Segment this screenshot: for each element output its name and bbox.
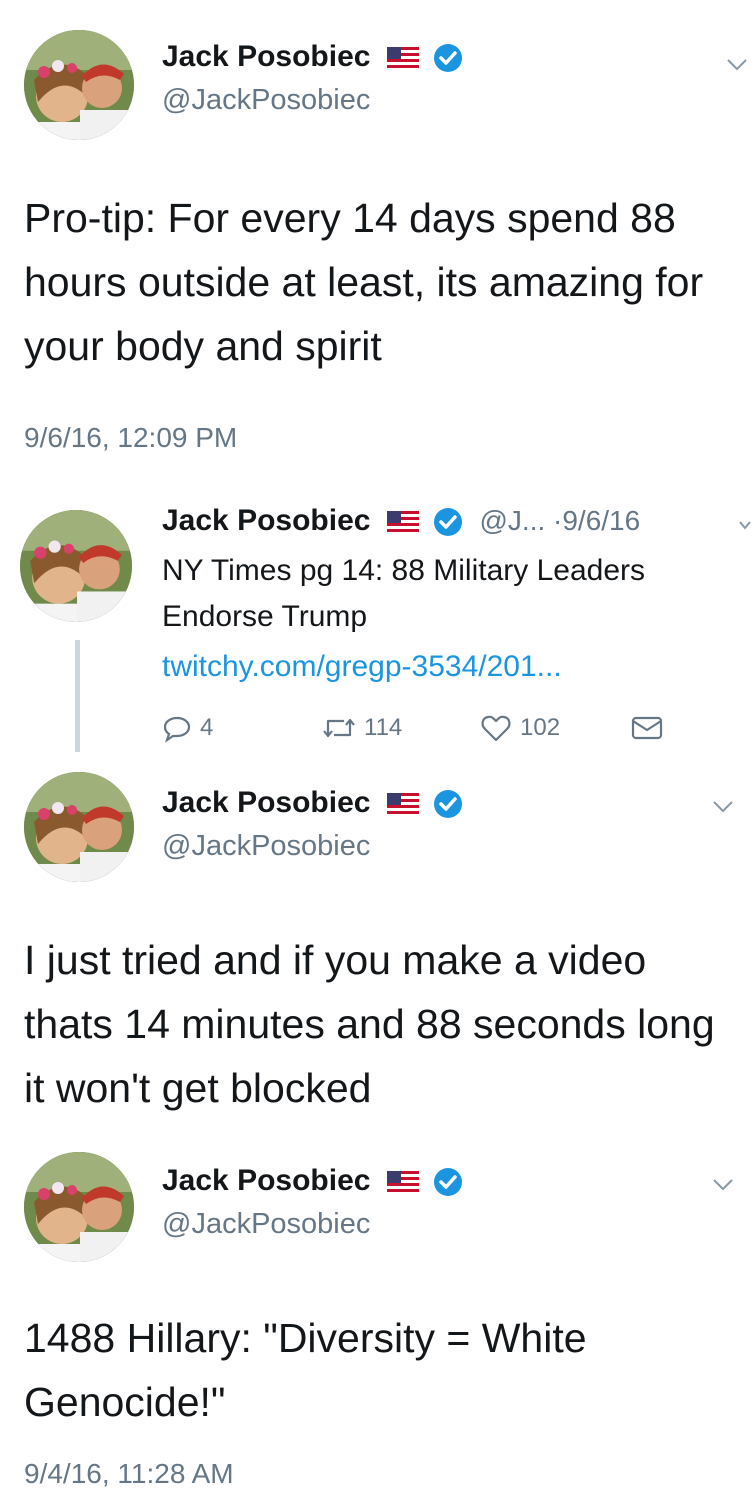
chevron-down-icon[interactable]	[712, 800, 734, 814]
author-name-text[interactable]: Jack Posobiec	[162, 504, 370, 537]
quoted-author-header[interactable]: Jack Posobiec @J... ·9/6/16	[162, 504, 640, 538]
tweet-text: 1488 Hillary: "Diversity = White Genocid…	[24, 1315, 587, 1425]
verified-badge-icon	[434, 44, 463, 73]
us-flag-icon	[386, 793, 419, 816]
reply-count: 4	[200, 714, 214, 741]
author-name-text[interactable]: Jack Posobiec	[162, 40, 370, 73]
retweet-action[interactable]: 114	[322, 708, 402, 748]
thread-line	[75, 640, 80, 752]
chevron-down-icon[interactable]	[726, 58, 748, 72]
author-name-text[interactable]: Jack Posobiec	[162, 1164, 370, 1197]
retweet-icon	[323, 718, 355, 738]
tweet-text: I just tried and if you make a video tha…	[24, 937, 715, 1111]
chevron-down-icon[interactable]	[738, 518, 752, 532]
retweet-count: 114	[364, 714, 403, 741]
heart-icon	[481, 715, 511, 742]
avatar[interactable]	[20, 510, 132, 622]
author-name[interactable]: Jack Posobiec	[162, 786, 463, 820]
tweet-text: Pro-tip: For every 14 days spend 88 hour…	[24, 195, 704, 369]
verified-badge-icon	[434, 790, 463, 819]
like-action[interactable]: 102	[480, 708, 560, 748]
avatar[interactable]	[24, 30, 134, 140]
author-name[interactable]: Jack Posobiec	[162, 40, 463, 74]
quoted-tweet-text: NY Times pg 14: 88 Military Leaders Endo…	[162, 548, 742, 690]
timestamp[interactable]: 9/4/16, 11:28 AM	[24, 1458, 234, 1490]
author-name[interactable]: Jack Posobiec	[162, 1164, 463, 1198]
verified-badge-icon	[434, 1168, 463, 1197]
us-flag-icon	[386, 47, 419, 70]
link[interactable]: twitchy.com/gregp-3534/201...	[162, 644, 742, 690]
us-flag-icon	[386, 1171, 419, 1194]
chevron-down-icon[interactable]	[712, 1178, 734, 1192]
avatar[interactable]	[24, 1152, 134, 1262]
us-flag-icon	[386, 511, 419, 534]
reply-icon	[163, 716, 191, 743]
envelope-icon	[631, 716, 663, 740]
avatar[interactable]	[24, 772, 134, 882]
timestamp[interactable]: 9/6/16, 12:09 PM	[24, 422, 237, 454]
reply-action[interactable]: 4	[162, 708, 213, 748]
author-handle[interactable]: @JackPosobiec	[162, 830, 370, 863]
quoted-meta: @J... ·9/6/16	[479, 505, 641, 536]
dm-action[interactable]	[630, 708, 672, 748]
author-handle[interactable]: @JackPosobiec	[162, 84, 370, 117]
author-handle[interactable]: @JackPosobiec	[162, 1208, 370, 1241]
like-count: 102	[520, 714, 561, 741]
verified-badge-icon	[434, 508, 463, 537]
author-name-text[interactable]: Jack Posobiec	[162, 786, 370, 819]
quoted-text: NY Times pg 14: 88 Military Leaders Endo…	[162, 554, 646, 633]
